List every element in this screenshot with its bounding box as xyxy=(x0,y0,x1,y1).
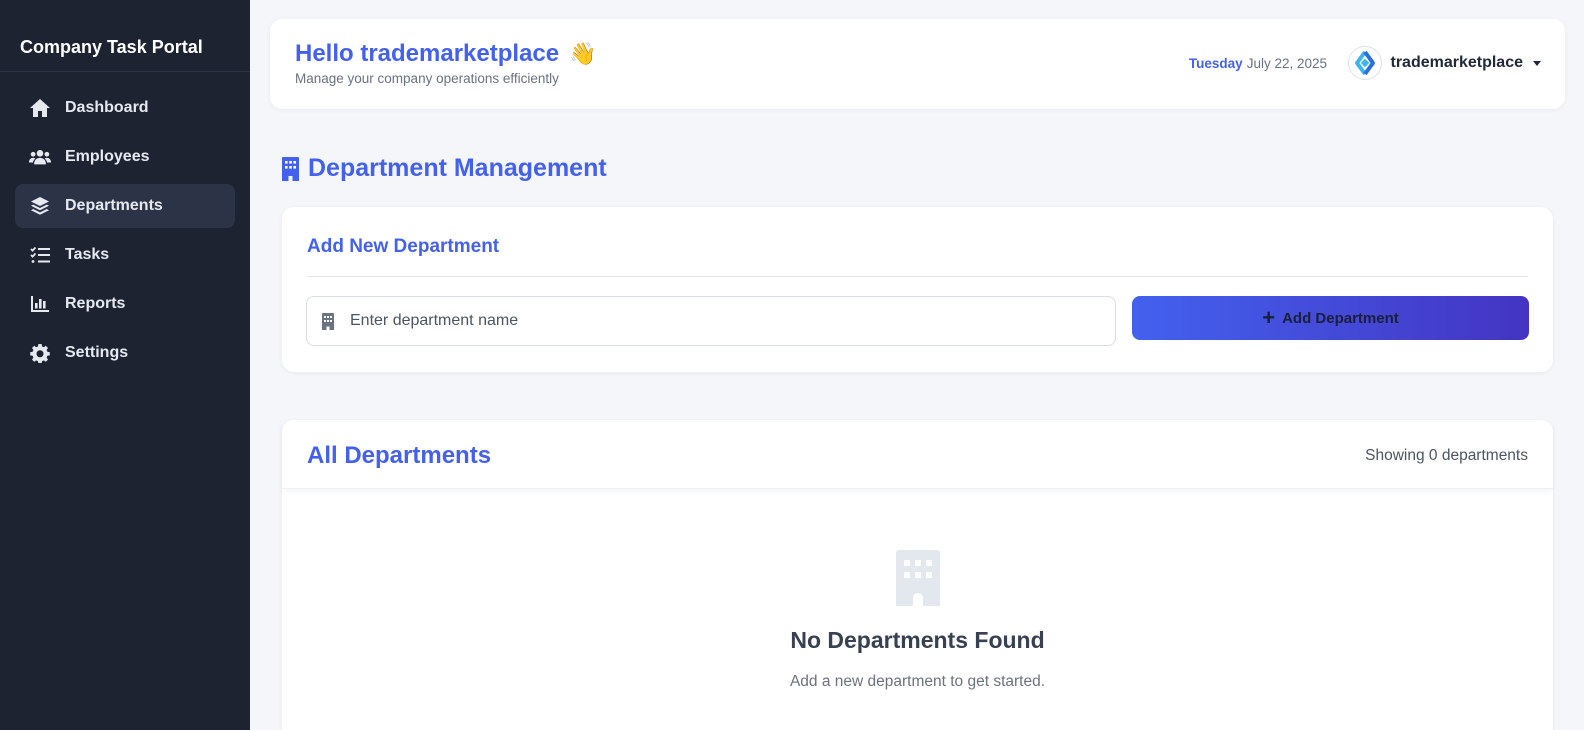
sidebar-item-label: Dashboard xyxy=(65,99,149,116)
sidebar-item-label: Employees xyxy=(65,148,150,165)
departments-list-card: All Departments Showing 0 departments No… xyxy=(282,420,1553,730)
add-department-title: Add New Department xyxy=(307,236,500,257)
building-icon xyxy=(282,156,299,181)
departments-list-title: All Departments xyxy=(307,442,492,469)
add-department-button-label: Add Department xyxy=(1282,309,1399,327)
building-icon xyxy=(322,312,334,330)
department-name-input[interactable] xyxy=(350,312,1115,330)
chart-icon xyxy=(29,293,51,315)
sidebar-item-dashboard[interactable]: Dashboard xyxy=(15,86,235,130)
sidebar-nav: Dashboard Employees Departments Tasks Re… xyxy=(0,72,250,375)
sidebar-item-label: Reports xyxy=(65,295,126,312)
company-logo-icon xyxy=(1355,50,1376,76)
tasks-icon xyxy=(29,244,51,266)
plus-icon: + xyxy=(1262,305,1276,330)
chevron-down-icon xyxy=(1533,60,1541,66)
page-title-text: Department Management xyxy=(308,154,607,182)
building-icon xyxy=(896,550,940,611)
greeting-subtitle: Manage your company operations efficient… xyxy=(295,71,559,86)
add-department-button[interactable]: + Add Department xyxy=(1132,296,1529,340)
current-date: Tuesday July 22, 2025 xyxy=(1189,56,1327,71)
username: trademarketplace xyxy=(1390,54,1523,71)
department-name-field[interactable] xyxy=(306,296,1116,346)
layers-icon xyxy=(29,195,51,217)
gear-icon xyxy=(29,342,51,364)
greeting: Hello trademarketplace 👋 xyxy=(295,40,597,68)
user-menu[interactable]: trademarketplace xyxy=(1348,46,1541,80)
add-department-card: Add New Department + Add Department xyxy=(282,207,1553,372)
departments-list-header: All Departments Showing 0 departments xyxy=(282,420,1553,489)
current-day: Tuesday xyxy=(1188,56,1243,71)
sidebar-item-tasks[interactable]: Tasks xyxy=(15,233,235,277)
top-header: Hello trademarketplace 👋 Manage your com… xyxy=(270,19,1565,109)
avatar xyxy=(1348,46,1383,80)
brand-title: Company Task Portal xyxy=(0,0,250,72)
empty-state-title: No Departments Found xyxy=(790,627,1045,653)
home-icon xyxy=(29,97,51,119)
wave-emoji: 👋 xyxy=(569,41,597,66)
sidebar-item-label: Tasks xyxy=(65,246,110,263)
departments-count: Showing 0 departments xyxy=(1365,447,1528,464)
sidebar-item-departments[interactable]: Departments xyxy=(15,184,235,228)
sidebar-item-employees[interactable]: Employees xyxy=(15,135,235,179)
sidebar: Company Task Portal Dashboard Employees … xyxy=(0,0,250,730)
empty-state-subtitle: Add a new department to get started. xyxy=(789,673,1046,690)
sidebar-item-reports[interactable]: Reports xyxy=(15,282,235,326)
users-icon xyxy=(29,146,51,168)
page-title: Department Management xyxy=(282,154,607,183)
divider xyxy=(307,276,1528,277)
sidebar-item-label: Departments xyxy=(65,197,163,214)
greeting-text: Hello trademarketplace xyxy=(295,40,560,67)
sidebar-item-settings[interactable]: Settings xyxy=(15,331,235,375)
current-date-text: July 22, 2025 xyxy=(1246,56,1327,71)
sidebar-item-label: Settings xyxy=(65,344,129,361)
